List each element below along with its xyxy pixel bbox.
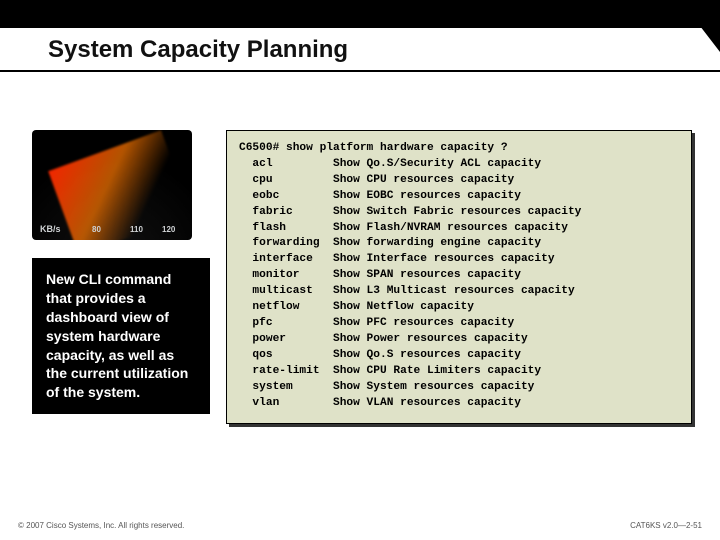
title-area: System Capacity Planning (0, 28, 720, 72)
cli-output-panel: C6500# show platform hardware capacity ?… (226, 130, 692, 424)
footer-page-ref: CAT6KS v2.0—2-51 (630, 521, 702, 530)
slide: System Capacity Planning KB/s 80 110 120… (0, 0, 720, 540)
corner-notch (680, 0, 720, 52)
top-bar (0, 0, 720, 28)
speedometer-graphic: KB/s 80 110 120 (32, 130, 192, 240)
gauge-unit-label: KB/s (40, 224, 61, 234)
footer-copyright: © 2007 Cisco Systems, Inc. All rights re… (18, 521, 184, 530)
gauge-tick: 110 (130, 225, 143, 234)
gauge-flare (48, 130, 192, 240)
footer: © 2007 Cisco Systems, Inc. All rights re… (0, 521, 720, 530)
gauge-tick: 80 (92, 225, 101, 234)
caption-box: New CLI command that provides a dashboar… (32, 258, 210, 414)
gauge-tick: 120 (162, 225, 175, 234)
caption-text: New CLI command that provides a dashboar… (46, 271, 188, 400)
left-column: KB/s 80 110 120 New CLI command that pro… (32, 130, 212, 414)
page-title: System Capacity Planning (48, 36, 720, 64)
